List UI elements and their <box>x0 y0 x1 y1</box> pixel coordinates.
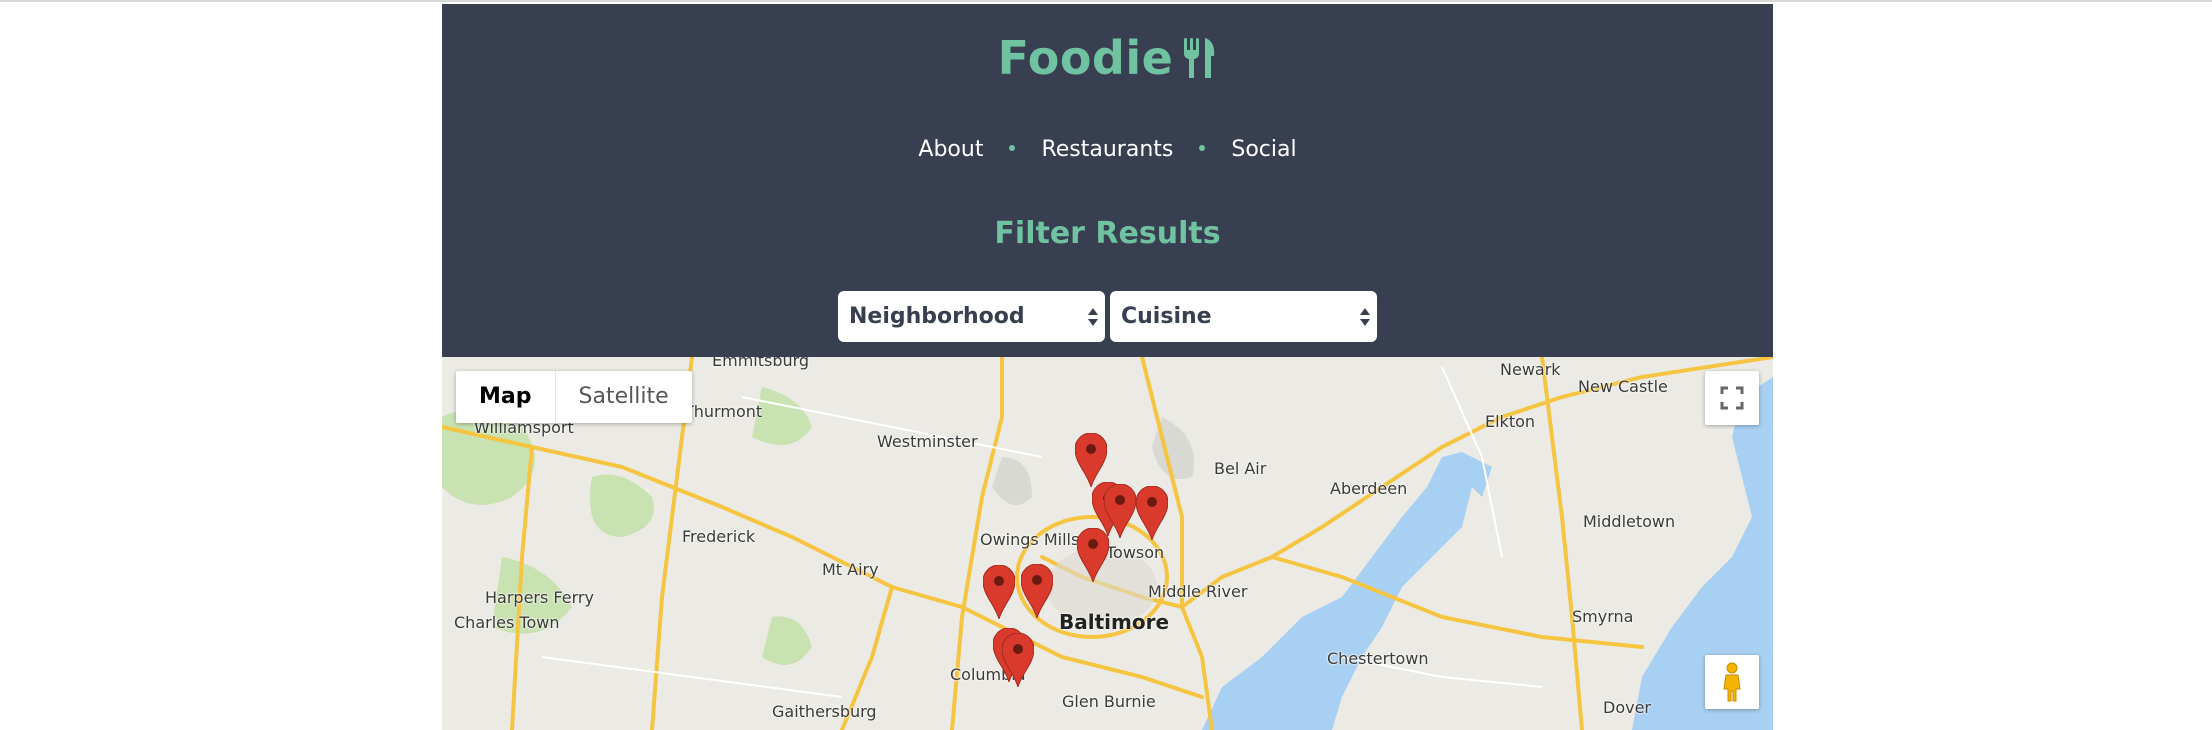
map-type-satellite-button[interactable]: Satellite <box>556 371 692 423</box>
map-label: Emmitsburg <box>712 357 810 370</box>
nav-restaurants[interactable]: Restaurants <box>1041 137 1173 162</box>
restaurant-map[interactable]: Emmitsburg Thurmont Williamsport Westmin… <box>442 357 1773 730</box>
site-container: Foodie About Restaurants Social Filter Res… <box>442 4 1773 730</box>
nav-separator <box>1009 145 1016 151</box>
neighborhood-select-value: Neighborhood <box>849 304 1025 329</box>
pegman-icon <box>1723 662 1741 702</box>
map-label: Glen Burnie <box>1062 692 1156 711</box>
map-label: Middletown <box>1583 512 1676 531</box>
map-label-baltimore: Baltimore <box>1059 610 1170 634</box>
restaurant-marker[interactable] <box>1002 633 1034 687</box>
map-label: Bel Air <box>1214 459 1267 478</box>
street-view-button[interactable] <box>1705 655 1759 709</box>
map-label: Chestertown <box>1327 649 1429 668</box>
map-label: Owings Mills <box>980 530 1080 549</box>
map-label: Gaithersburg <box>772 702 877 721</box>
filter-results-heading: Filter Results <box>994 216 1221 251</box>
restaurant-marker[interactable] <box>1075 433 1107 487</box>
map-label: Dover <box>1603 698 1651 717</box>
fullscreen-icon <box>1720 386 1744 410</box>
brand-logo[interactable]: Foodie <box>442 28 1773 88</box>
restaurant-marker[interactable] <box>983 565 1015 619</box>
map-label: Aberdeen <box>1330 479 1408 498</box>
browser-viewport: Foodie About Restaurants Social Filter Res… <box>0 0 2212 730</box>
map-label: Newark <box>1500 360 1561 379</box>
cuisine-select[interactable]: Cuisine <box>1110 291 1377 342</box>
utensils-icon <box>1184 38 1215 78</box>
brand-name: Foodie <box>997 31 1174 85</box>
map-label: Frederick <box>682 527 756 546</box>
map-label: Harpers Ferry <box>485 588 594 607</box>
cuisine-select-value: Cuisine <box>1121 304 1212 329</box>
map-label: Mt Airy <box>822 560 879 579</box>
map-label: Smyrna <box>1572 607 1634 626</box>
nav-separator <box>1199 145 1206 151</box>
fullscreen-button[interactable] <box>1705 371 1759 425</box>
map-label: New Castle <box>1578 377 1668 396</box>
neighborhood-select[interactable]: Neighborhood <box>838 291 1105 342</box>
nav-about[interactable]: About <box>918 137 983 162</box>
nav-social[interactable]: Social <box>1231 137 1296 162</box>
restaurant-marker[interactable] <box>1077 528 1109 582</box>
map-label: Towson <box>1106 543 1165 562</box>
map-type-map-button[interactable]: Map <box>456 371 556 423</box>
restaurant-marker[interactable] <box>1136 486 1168 540</box>
map-label: Elkton <box>1485 412 1536 431</box>
map-label: Middle River <box>1148 582 1248 601</box>
restaurant-marker[interactable] <box>1021 564 1053 618</box>
map-label: Westminster <box>877 432 978 451</box>
map-label: Thurmont <box>684 402 763 421</box>
map-type-control: Map Satellite <box>456 371 692 423</box>
select-arrows-icon <box>1088 308 1098 326</box>
site-header: Foodie About Restaurants Social Filter Res… <box>442 4 1773 357</box>
select-arrows-icon <box>1360 308 1370 326</box>
map-label: Charles Town <box>454 613 560 632</box>
main-nav: About Restaurants Social <box>442 132 1773 168</box>
